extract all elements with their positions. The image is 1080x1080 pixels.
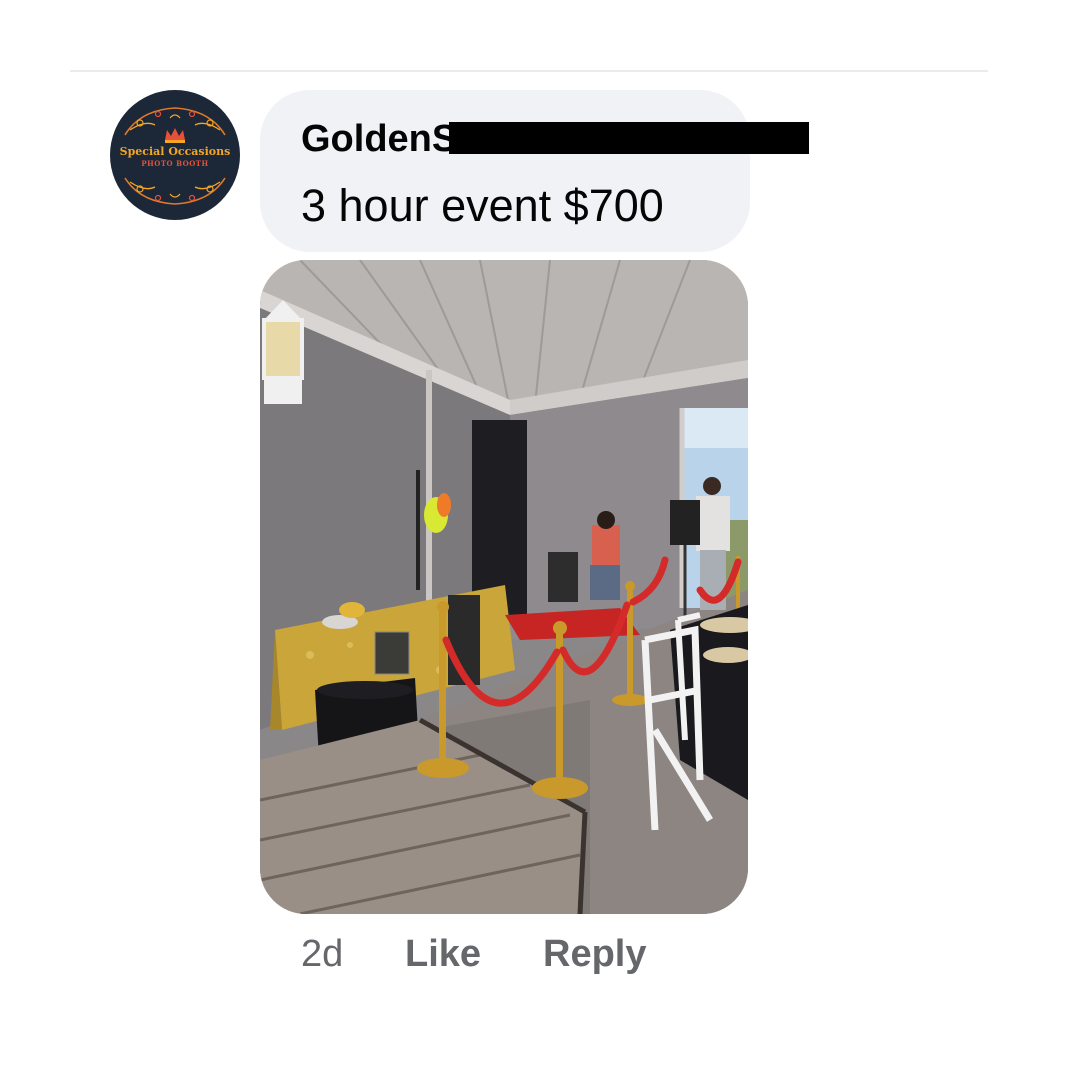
- crown-icon: [165, 128, 185, 143]
- divider: [70, 70, 988, 72]
- reply-button[interactable]: Reply: [543, 933, 646, 976]
- avatar-brand-title: Special Occasions: [119, 145, 231, 158]
- avatar[interactable]: Special Occasions PHOTO BOOTH: [110, 90, 240, 220]
- comment-screen: Special Occasions PHOTO BOOTH GoldenS 3 …: [0, 0, 1080, 1080]
- comment-photo[interactable]: [260, 260, 748, 914]
- redaction-bar: [449, 122, 809, 154]
- avatar-brand-subtitle: PHOTO BOOTH: [141, 159, 209, 168]
- comment-timestamp: 2d: [301, 933, 344, 975]
- comment-text: 3 hour event $700: [301, 180, 664, 231]
- event-setup-photo: [260, 260, 748, 914]
- like-button[interactable]: Like: [405, 933, 481, 976]
- commenter-name[interactable]: GoldenS: [301, 118, 457, 161]
